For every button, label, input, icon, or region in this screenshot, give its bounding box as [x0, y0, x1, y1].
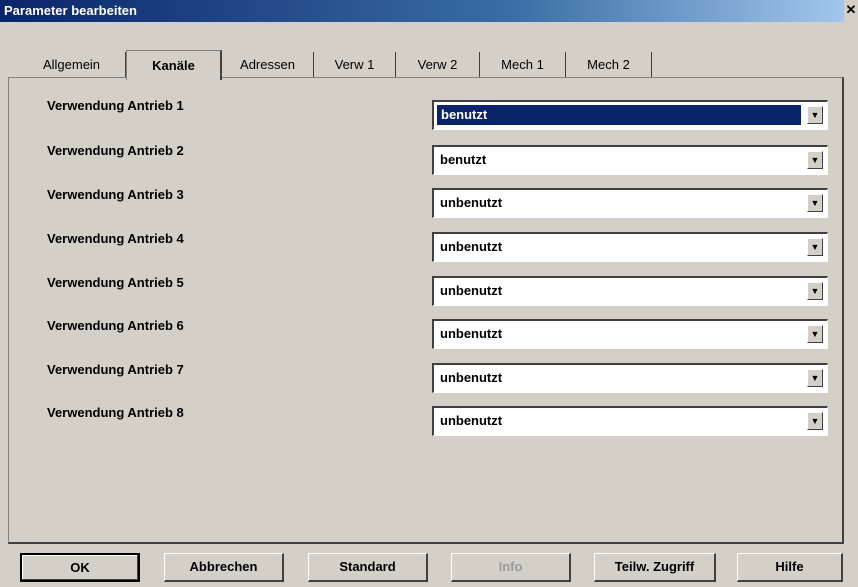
- ok-button[interactable]: OK: [20, 553, 140, 582]
- tab-allgemein[interactable]: Allgemein: [18, 52, 126, 78]
- tab-mech-2[interactable]: Mech 2: [566, 52, 652, 78]
- tab-kanaele[interactable]: Kanäle: [126, 50, 222, 80]
- select-value: unbenutzt: [440, 413, 503, 428]
- antrieb-3-select[interactable]: unbenutzt ▼: [432, 188, 828, 218]
- window-title: Parameter bearbeiten: [4, 3, 137, 18]
- tab-adressen[interactable]: Adressen: [222, 52, 314, 78]
- chevron-down-icon[interactable]: ▼: [807, 369, 823, 387]
- chevron-down-icon[interactable]: ▼: [807, 151, 823, 169]
- row-label: Verwendung Antrieb 6: [47, 318, 184, 333]
- select-value: unbenutzt: [440, 283, 503, 298]
- info-button[interactable]: Info: [451, 553, 571, 582]
- help-button[interactable]: Hilfe: [737, 553, 843, 582]
- tab-verw-1[interactable]: Verw 1: [314, 52, 396, 78]
- chevron-down-icon[interactable]: ▼: [807, 106, 823, 124]
- antrieb-1-select[interactable]: benutzt ▼: [432, 100, 828, 130]
- row-label: Verwendung Antrieb 5: [47, 275, 184, 290]
- select-value: unbenutzt: [440, 326, 503, 341]
- select-value: unbenutzt: [440, 239, 503, 254]
- antrieb-7-select[interactable]: unbenutzt ▼: [432, 363, 828, 393]
- chevron-down-icon[interactable]: ▼: [807, 282, 823, 300]
- select-value: benutzt: [440, 152, 487, 167]
- tab-verw-2[interactable]: Verw 2: [396, 52, 480, 78]
- row-label: Verwendung Antrieb 1: [47, 98, 184, 113]
- parameter-dialog: Parameter bearbeiten ✕ Allgemein Kanäle …: [0, 0, 858, 587]
- row-label: Verwendung Antrieb 4: [47, 231, 184, 246]
- antrieb-8-select[interactable]: unbenutzt ▼: [432, 406, 828, 436]
- title-bar: Parameter bearbeiten ✕: [0, 0, 858, 22]
- chevron-down-icon[interactable]: ▼: [807, 412, 823, 430]
- row-label: Verwendung Antrieb 2: [47, 143, 184, 158]
- chevron-down-icon[interactable]: ▼: [807, 238, 823, 256]
- select-value: benutzt: [437, 105, 801, 125]
- antrieb-5-select[interactable]: unbenutzt ▼: [432, 276, 828, 306]
- antrieb-2-select[interactable]: benutzt ▼: [432, 145, 828, 175]
- cancel-button[interactable]: Abbrechen: [164, 553, 284, 582]
- antrieb-4-select[interactable]: unbenutzt ▼: [432, 232, 828, 262]
- partial-access-button[interactable]: Teilw. Zugriff: [594, 553, 716, 582]
- select-value: unbenutzt: [440, 370, 503, 385]
- select-value: unbenutzt: [440, 195, 503, 210]
- close-icon[interactable]: ✕: [844, 0, 858, 22]
- chevron-down-icon[interactable]: ▼: [807, 325, 823, 343]
- standard-button[interactable]: Standard: [308, 553, 428, 582]
- antrieb-6-select[interactable]: unbenutzt ▼: [432, 319, 828, 349]
- row-label: Verwendung Antrieb 8: [47, 405, 184, 420]
- row-label: Verwendung Antrieb 7: [47, 362, 184, 377]
- chevron-down-icon[interactable]: ▼: [807, 194, 823, 212]
- tab-mech-1[interactable]: Mech 1: [480, 52, 566, 78]
- row-label: Verwendung Antrieb 3: [47, 187, 184, 202]
